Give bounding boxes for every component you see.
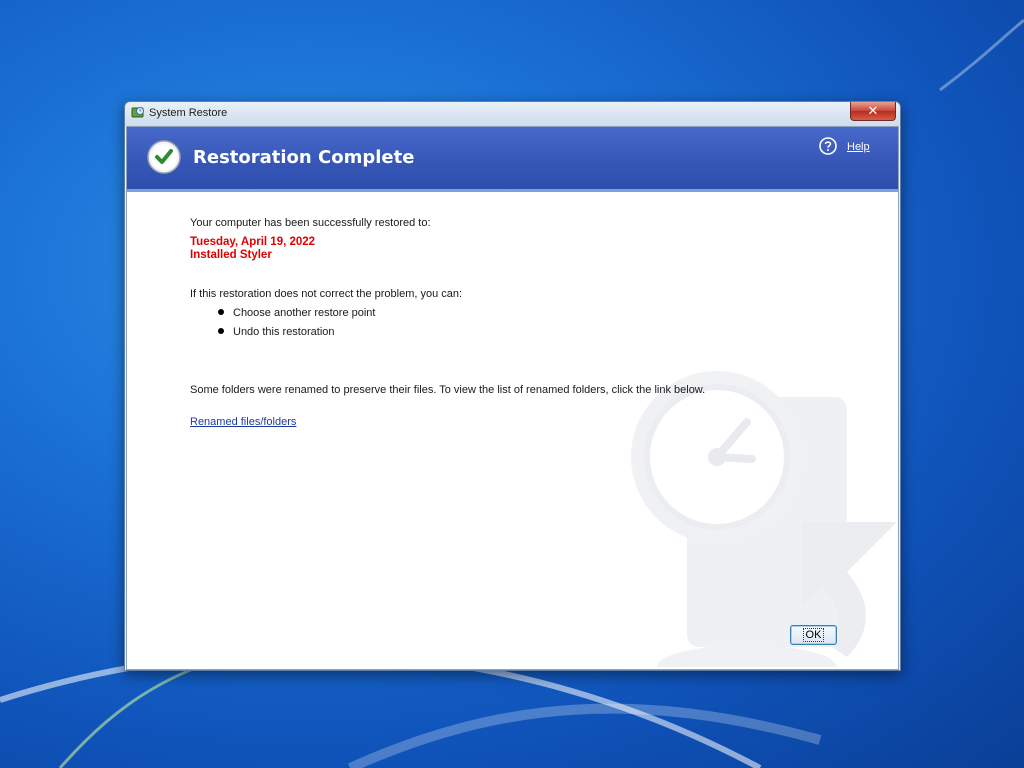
list-item: Undo this restoration	[218, 326, 335, 338]
help-link[interactable]: Help	[847, 141, 870, 153]
close-button[interactable]: ✕	[850, 102, 896, 121]
options-intro-text: If this restoration does not correct the…	[190, 288, 463, 300]
restore-date: Tuesday, April 19, 2022	[190, 236, 316, 248]
page-title: Restoration Complete	[193, 147, 415, 168]
option-label: Undo this restoration	[233, 326, 335, 338]
renamed-notice-text: Some folders were renamed to preserve th…	[190, 384, 706, 396]
title-bar[interactable]: System Restore ✕	[125, 102, 900, 126]
ok-button[interactable]: OK	[790, 625, 837, 645]
restore-clock-icon	[631, 371, 897, 667]
close-icon: ✕	[867, 103, 879, 119]
ok-button-label: OK	[802, 628, 825, 642]
dialog-body: Restoration Complete Help Your computer …	[126, 126, 899, 670]
bullet-icon	[218, 328, 224, 335]
help-icon[interactable]	[819, 137, 837, 155]
restore-point-name: Installed Styler	[190, 249, 272, 261]
option-label: Choose another restore point	[233, 307, 376, 319]
restored-intro-text: Your computer has been successfully rest…	[190, 217, 431, 229]
bullet-icon	[218, 309, 224, 316]
system-restore-window: System Restore ✕ Restoration Complete He…	[124, 101, 901, 671]
window-title: System Restore	[149, 107, 228, 119]
header-banner: Restoration Complete Help	[127, 127, 898, 192]
renamed-files-link[interactable]: Renamed files/folders	[190, 416, 296, 428]
list-item: Choose another restore point	[218, 307, 375, 319]
checkmark-icon	[147, 140, 181, 174]
system-restore-icon	[131, 107, 144, 118]
